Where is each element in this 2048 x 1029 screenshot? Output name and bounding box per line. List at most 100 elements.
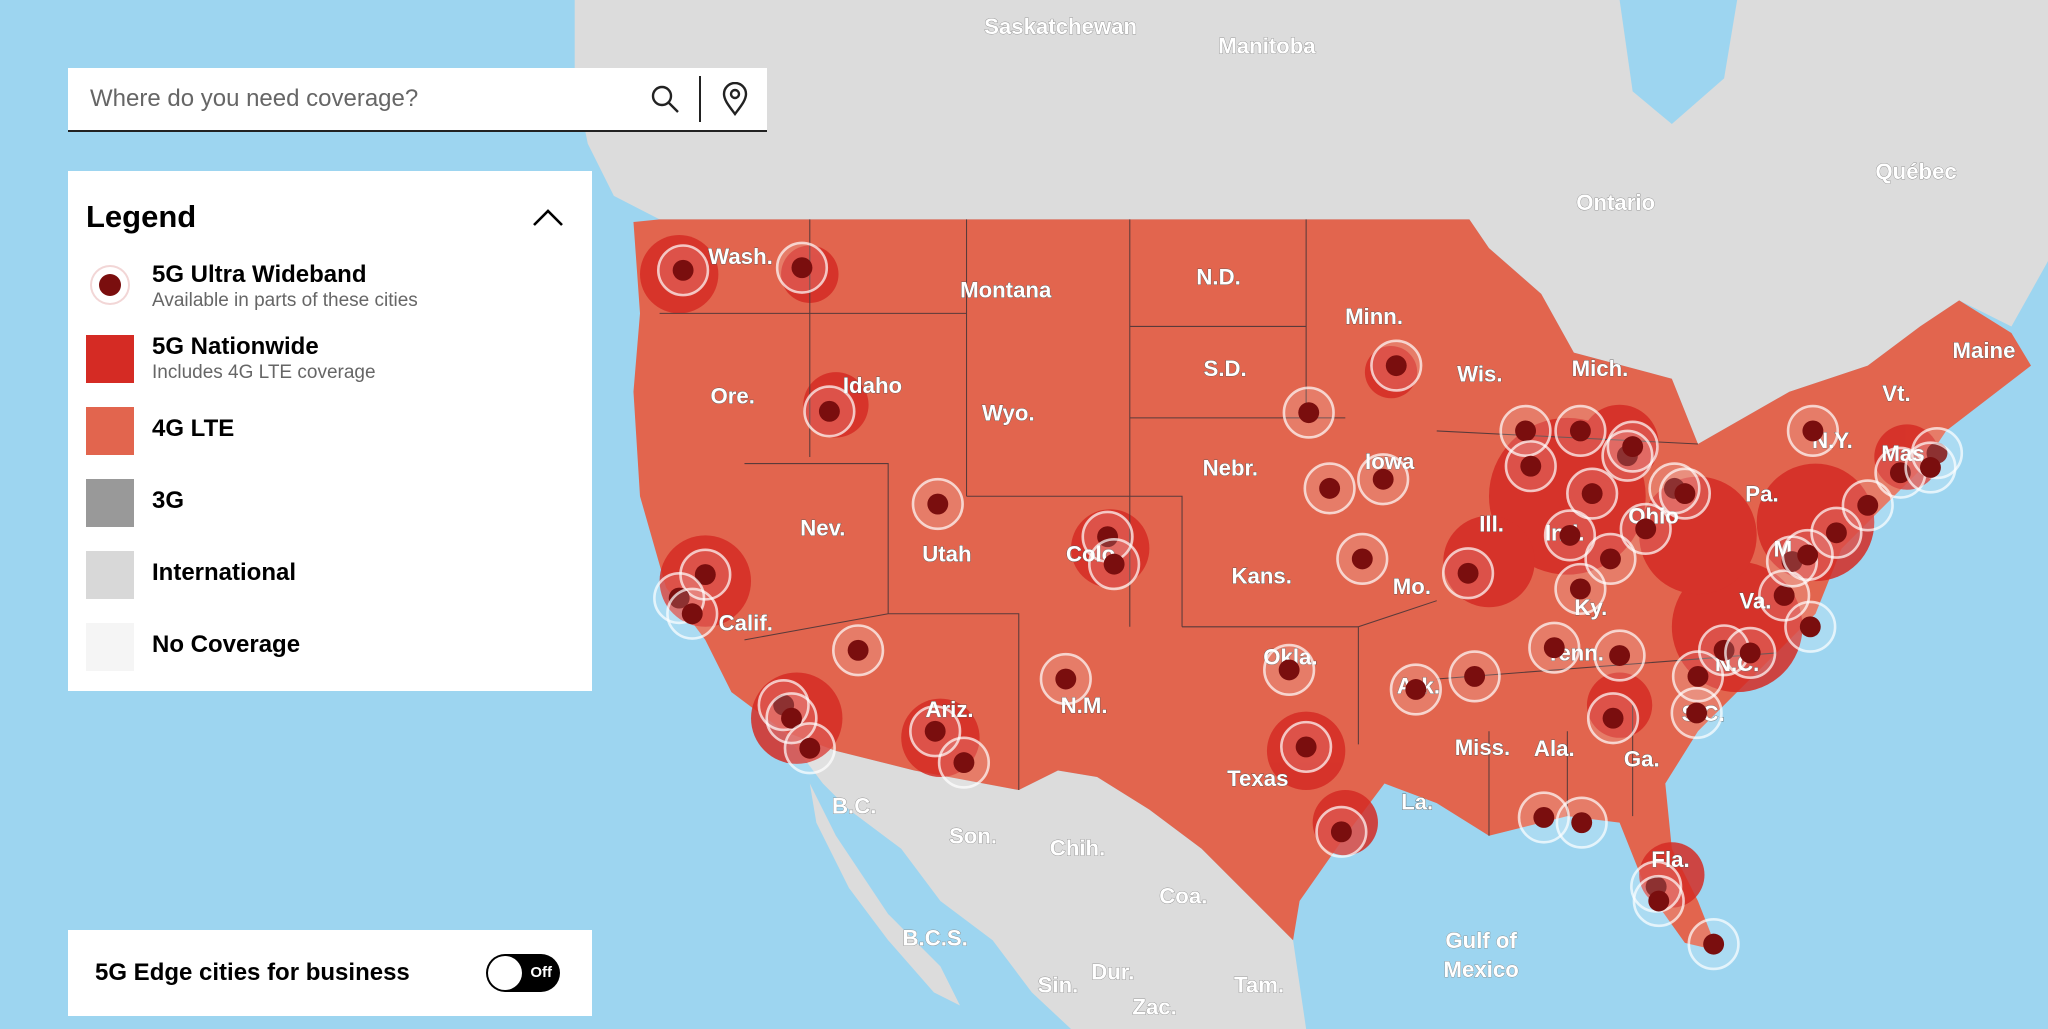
legend-item-international: International	[86, 549, 566, 621]
state-label: Calif.	[719, 611, 773, 636]
legend-panel: Legend 5G Ultra Wideband Available in par…	[68, 171, 592, 691]
5g-uwb-city-marker[interactable]	[832, 624, 885, 677]
legend-item-no-coverage: No Coverage	[86, 621, 566, 693]
region-label: Zac.	[1132, 995, 1176, 1020]
state-label: Pa.	[1745, 481, 1778, 506]
5g-uwb-city-marker[interactable]	[656, 244, 710, 297]
5g-uwb-city-marker[interactable]	[1441, 547, 1495, 600]
legend-swatch	[86, 407, 134, 455]
region-label: B.C.S.	[903, 925, 968, 950]
5g-uwb-city-marker[interactable]	[1336, 532, 1389, 586]
5g-uwb-city-marker[interactable]	[1282, 386, 1335, 439]
region-label: Québec	[1875, 159, 1956, 184]
5g-uwb-city-marker[interactable]	[1555, 796, 1608, 849]
5g-uwb-city-marker[interactable]	[1315, 805, 1368, 858]
region-label: Son.	[949, 824, 997, 849]
state-label: Vt.	[1882, 381, 1910, 406]
5g-uwb-city-marker[interactable]	[1357, 453, 1410, 506]
legend-title: Legend	[86, 199, 197, 234]
toggle-state: Off	[530, 964, 552, 981]
5g-uwb-city-marker[interactable]	[1786, 404, 1840, 458]
legend-label: 5G Ultra Wideband	[152, 261, 367, 288]
state-label: Ga.	[1624, 747, 1660, 772]
search-divider	[699, 76, 701, 122]
state-label: Miss.	[1455, 735, 1511, 760]
state-label: Maine	[1953, 338, 2016, 363]
5g-uwb-city-marker[interactable]	[937, 736, 991, 789]
state-label: Wyo.	[982, 400, 1035, 425]
5g-uwb-city-marker[interactable]	[1632, 874, 1685, 928]
5g-uwb-city-marker[interactable]	[1303, 462, 1356, 515]
legend-sublabel: Includes 4G LTE coverage	[152, 362, 376, 383]
legend-item-5g-ultra-wideband: 5G Ultra Wideband Available in parts of t…	[86, 261, 566, 333]
5g-uwb-city-marker[interactable]	[666, 587, 719, 640]
5g-uwb-city-marker[interactable]	[1593, 629, 1646, 682]
5g-uwb-city-marker[interactable]	[1039, 652, 1092, 706]
legend-label: 3G	[152, 487, 185, 514]
state-label: Ala.	[1534, 736, 1575, 761]
5g-uwb-city-marker[interactable]	[1528, 621, 1581, 674]
legend-item-3g: 3G	[86, 477, 566, 549]
legend-sublabel: Available in parts of these cities	[152, 290, 418, 311]
state-label: Idaho	[843, 373, 902, 398]
5g-uwb-city-marker[interactable]	[1263, 643, 1316, 697]
5g-uwb-city-marker[interactable]	[1670, 686, 1723, 740]
region-label: Mexico	[1444, 957, 1519, 982]
state-label: Minn.	[1345, 304, 1403, 329]
5g-edge-label: 5G Edge cities for business	[95, 959, 410, 986]
legend-label: International	[152, 559, 297, 586]
5g-uwb-city-marker[interactable]	[1724, 626, 1777, 680]
region-label: Chih.	[1050, 835, 1105, 860]
region-label: Saskatchewan	[984, 14, 1137, 39]
5g-uwb-city-marker[interactable]	[1280, 720, 1333, 774]
5g-uwb-city-marker[interactable]	[1554, 562, 1607, 616]
5g-uwb-city-marker[interactable]	[1448, 650, 1501, 703]
state-label: Ore.	[711, 384, 755, 409]
state-label: Kans.	[1232, 564, 1292, 589]
5g-uwb-city-marker[interactable]	[783, 722, 836, 775]
5g-uwb-city-marker[interactable]	[1088, 538, 1141, 591]
5g-uwb-city-marker[interactable]	[1586, 692, 1640, 745]
5g-uwb-city-marker[interactable]	[775, 241, 829, 294]
5g-uwb-city-marker[interactable]	[1370, 339, 1423, 392]
state-label: Utah	[922, 542, 971, 567]
legend-label: 5G Nationwide	[152, 333, 319, 360]
legend-swatch	[86, 623, 134, 671]
region-label: B.C.	[832, 794, 876, 819]
state-label: Nev.	[800, 515, 845, 540]
toggle-knob	[488, 956, 522, 990]
state-label: N.D.	[1196, 265, 1240, 290]
state-label: Ill.	[1479, 511, 1504, 536]
5g-uwb-city-marker[interactable]	[1389, 663, 1442, 716]
region-label: Manitoba	[1218, 34, 1316, 59]
state-label: Wis.	[1457, 361, 1502, 386]
state-label: S.D.	[1204, 356, 1247, 381]
5g-uwb-city-marker[interactable]	[911, 477, 964, 531]
5g-uwb-city-marker[interactable]	[1658, 467, 1712, 520]
5g-edge-panel: 5G Edge cities for business Off	[68, 930, 592, 1016]
search-icon[interactable]	[645, 79, 685, 119]
5g-uwb-city-marker[interactable]	[1687, 918, 1740, 971]
location-pin-icon[interactable]	[715, 79, 755, 119]
coverage-search-input[interactable]	[68, 84, 645, 114]
search-bar	[68, 68, 767, 132]
chevron-up-icon[interactable]	[530, 205, 566, 229]
region-label: Dur.	[1091, 959, 1134, 984]
legend-swatch	[86, 335, 134, 383]
uwb-dot-icon	[86, 261, 134, 309]
5g-uwb-city-marker[interactable]	[1554, 404, 1607, 458]
legend-label: No Coverage	[152, 631, 301, 658]
region-label: Coa.	[1159, 884, 1207, 909]
state-label: Texas	[1227, 766, 1288, 791]
legend-item-4g-lte: 4G LTE	[86, 405, 566, 477]
legend-item-5g-nationwide: 5G Nationwide Includes 4G LTE coverage	[86, 333, 566, 405]
state-label: Mich.	[1572, 356, 1629, 381]
state-label: Montana	[960, 278, 1052, 303]
region-label: Sin.	[1038, 972, 1079, 997]
5g-uwb-city-marker[interactable]	[1504, 440, 1557, 493]
5g-uwb-city-marker[interactable]	[1606, 420, 1659, 473]
5g-edge-toggle[interactable]: Off	[486, 954, 560, 992]
region-label: Gulf of	[1445, 928, 1517, 953]
5g-uwb-city-marker[interactable]	[803, 385, 856, 438]
5g-uwb-city-marker[interactable]	[1904, 441, 1957, 494]
